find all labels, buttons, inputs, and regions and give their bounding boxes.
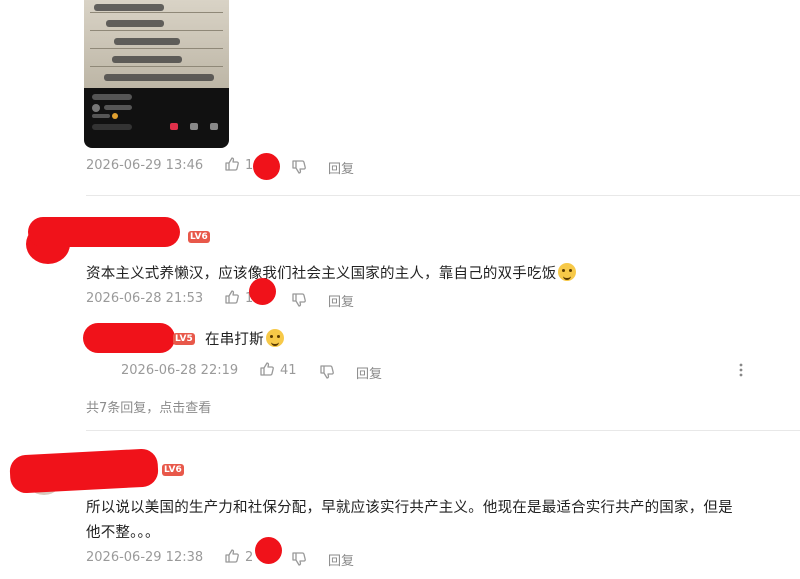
reply-text: 在串打斯 (205, 328, 284, 349)
level-badge: LV6 (162, 464, 184, 476)
comment-timestamp: 2026-06-29 13:46 (86, 158, 204, 173)
handwritten-note-photo (84, 0, 229, 88)
thumbs-down-icon[interactable] (291, 551, 307, 567)
like-count: 41 (280, 363, 297, 378)
thumbs-up-icon[interactable] (224, 156, 240, 172)
thumbs-down-icon[interactable] (291, 159, 307, 175)
thumbs-up-icon[interactable] (224, 548, 240, 564)
redaction-mark (255, 537, 282, 564)
thumbs-up-icon[interactable] (259, 361, 275, 377)
reply-button[interactable]: 回复 (356, 363, 382, 382)
thumbs-down-icon[interactable] (319, 364, 335, 380)
redaction-mark (249, 278, 276, 305)
level-badge: LV6 (188, 231, 210, 243)
comment-text-content: 资本主义式养懒汉，应该像我们社会主义国家的主人，靠自己的双手吃饭 (86, 266, 557, 282)
redacted-username[interactable] (28, 217, 180, 247)
redacted-username[interactable] (9, 448, 159, 494)
comment-text-line2: 他不整。。。 (86, 525, 160, 541)
thumbs-down-icon[interactable] (291, 292, 307, 308)
comment-text-line1: 所以说以美国的生产力和社保分配，早就应该实行共产主义。他现在是最适合实行共产的国… (86, 500, 733, 516)
reply-button[interactable]: 回复 (328, 550, 354, 569)
more-vertical-icon[interactable] (735, 362, 747, 378)
reply-text-content: 在串打斯 (205, 332, 264, 348)
comment-divider (86, 430, 800, 431)
reply-button[interactable]: 回复 (328, 158, 354, 177)
like-count: 2 (245, 550, 254, 565)
redacted-username[interactable] (83, 323, 175, 353)
comment-divider (86, 195, 800, 196)
view-more-replies-link[interactable]: 共7条回复，点击查看 (86, 397, 211, 416)
laughing-emoji-icon (265, 329, 284, 347)
reply-button[interactable]: 回复 (328, 291, 354, 310)
redaction-mark (253, 153, 280, 180)
reply-timestamp: 2026-06-28 22:19 (121, 363, 239, 378)
thumbs-up-icon[interactable] (224, 289, 240, 305)
comment-timestamp: 2026-06-28 21:53 (86, 291, 204, 306)
dog-emoji-icon (558, 263, 577, 281)
comment-image-thumbnail[interactable] (84, 0, 229, 148)
level-badge: LV5 (173, 333, 195, 345)
comment-text: 资本主义式养懒汉，应该像我们社会主义国家的主人，靠自己的双手吃饭 (86, 262, 646, 283)
comment-timestamp: 2026-06-29 12:38 (86, 550, 204, 565)
